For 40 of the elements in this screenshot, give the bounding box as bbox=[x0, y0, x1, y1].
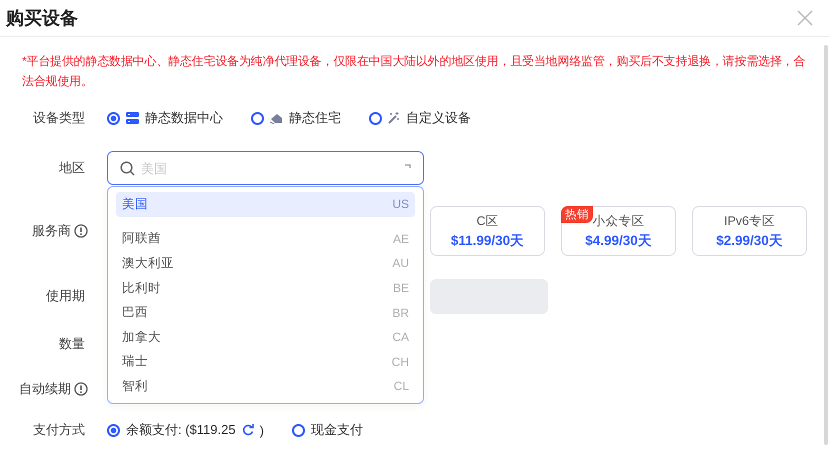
wand-icon bbox=[388, 112, 400, 124]
region-option[interactable]: 比利时 BE bbox=[116, 276, 415, 300]
plan-name: C区 bbox=[476, 212, 499, 230]
field-label: 自动续期 bbox=[19, 380, 71, 398]
field-label: 支付方式 bbox=[32, 421, 85, 439]
house-icon bbox=[270, 112, 283, 124]
region-option[interactable]: 阿联酋 AE bbox=[116, 226, 415, 252]
field-label: 数量 bbox=[58, 335, 85, 353]
plan-name: IPv6专区 bbox=[724, 212, 775, 230]
field-label: 服务商 bbox=[32, 222, 71, 240]
info-icon[interactable] bbox=[74, 382, 88, 396]
field-label: 设备类型 bbox=[32, 109, 85, 127]
device-type-radio[interactable]: 静态住宅 bbox=[251, 109, 341, 127]
device-type-radio[interactable]: 自定义设备 bbox=[369, 109, 471, 127]
hot-badge: 热销 bbox=[561, 206, 593, 223]
region-option[interactable]: 巴西 BR bbox=[116, 300, 415, 325]
notice-text: *平台提供的静态数据中心、静态住宅设备为纯净代理设备，仅限在中国大陆以外的地区使用，且受当地网络监管，购买后不支持退换，请按需选择，合法合规使用。 bbox=[22, 53, 806, 90]
plan-card[interactable]: IPv6专区 $2.99/30天 bbox=[692, 206, 807, 256]
region-option[interactable]: 加拿大 CA bbox=[116, 324, 415, 350]
search-icon bbox=[120, 160, 135, 176]
plan-price: $2.99/30天 bbox=[716, 232, 783, 250]
device-type-radio[interactable]: 静态数据中心 bbox=[107, 109, 223, 127]
field-label: 使用期 bbox=[45, 287, 85, 305]
region-option[interactable]: 智利 CL bbox=[116, 374, 415, 399]
info-icon[interactable] bbox=[74, 224, 88, 238]
plan-card[interactable]: 热销 小众专区 $4.99/30天 bbox=[561, 206, 676, 256]
plan-card[interactable]: C区 $11.99/30天 bbox=[430, 206, 545, 256]
scrollbar[interactable] bbox=[824, 45, 828, 445]
payment-radio[interactable]: 余额支付: ($119.25 ) bbox=[107, 421, 264, 439]
region-option[interactable]: 瑞士 CH bbox=[116, 350, 415, 374]
plan-name: 小众专区 bbox=[592, 212, 644, 230]
region-option[interactable]: 澳大利亚 AU bbox=[116, 251, 415, 276]
payment-radio[interactable]: 现金支付 bbox=[292, 421, 363, 439]
field-label: 地区 bbox=[58, 159, 85, 177]
dialog-title: 购买设备 bbox=[6, 7, 78, 30]
plan-price: $11.99/30天 bbox=[450, 232, 524, 250]
refresh-icon[interactable] bbox=[242, 424, 254, 436]
plan-price: $4.99/30天 bbox=[585, 232, 652, 250]
server-icon bbox=[126, 112, 139, 124]
region-option[interactable]: 美国 US bbox=[116, 192, 415, 217]
